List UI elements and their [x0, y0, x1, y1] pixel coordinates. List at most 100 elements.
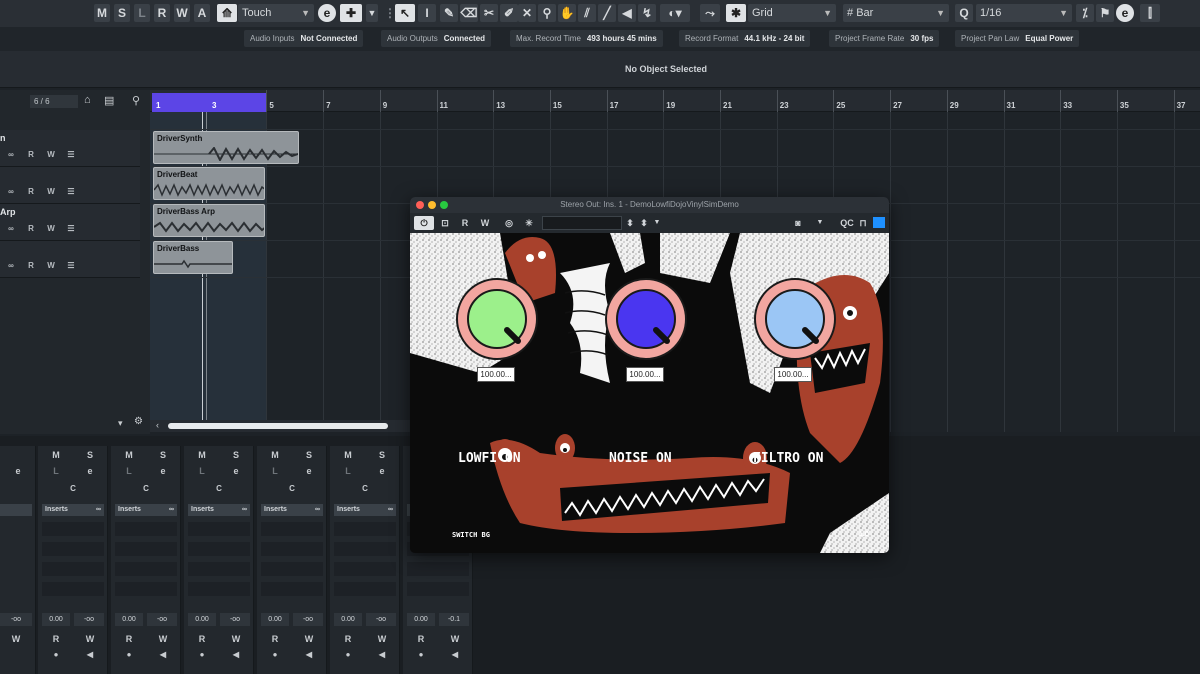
automation-icon[interactable]: ⟰ — [217, 4, 237, 22]
volume-value[interactable]: 0.00 — [42, 613, 70, 626]
split-tool-icon[interactable]: ✂ — [480, 4, 498, 22]
read-button[interactable]: R — [24, 223, 38, 234]
speaker-tool-icon[interactable]: ◀ — [618, 4, 636, 22]
read-button[interactable]: R — [413, 634, 429, 644]
status-frame-rate[interactable]: Project Frame Rate 30 fps — [829, 30, 940, 47]
insert-slot[interactable] — [188, 562, 250, 576]
read-button[interactable]: R — [340, 634, 356, 644]
read-button[interactable]: R — [24, 186, 38, 197]
quantize-select[interactable]: 1/16 ▼ — [976, 4, 1072, 22]
align-icon[interactable]: ⫿ — [1140, 4, 1160, 22]
snap-type-select[interactable]: Grid ▼ — [748, 4, 836, 22]
edit-channel-icon[interactable]: ☰ — [64, 223, 78, 234]
filtro-toggle[interactable]: FILTRO ON — [753, 451, 823, 466]
link-icon[interactable]: ∞ — [388, 504, 393, 516]
link-icon[interactable]: ∞ — [4, 186, 18, 197]
write-button[interactable]: W — [478, 216, 492, 230]
camera-icon[interactable]: ◙ — [790, 216, 806, 230]
write-button[interactable]: W — [44, 149, 58, 160]
search-icon[interactable]: ⚲ — [132, 94, 140, 107]
insert-slot[interactable] — [42, 582, 104, 596]
insert-slot[interactable] — [261, 542, 323, 556]
link-icon[interactable]: ∞ — [4, 260, 18, 271]
insert-slot[interactable] — [334, 582, 396, 596]
monitor-icon[interactable]: ◀ — [301, 650, 317, 659]
hand-tool-icon[interactable]: ✋ — [558, 4, 576, 22]
record-icon[interactable]: ● — [48, 650, 64, 659]
record-icon[interactable]: ● — [194, 650, 210, 659]
bypass-icon[interactable]: ⊡ — [438, 216, 452, 230]
insert-slot[interactable] — [115, 562, 177, 576]
write-button[interactable]: W — [301, 634, 317, 644]
chevron-down-icon[interactable]: ▼ — [366, 4, 378, 22]
volume-value[interactable]: 0.00 — [261, 613, 289, 626]
edit-icon[interactable]: e — [318, 4, 336, 22]
edit-channel-icon[interactable]: ☰ — [64, 149, 78, 160]
pan-value[interactable]: -oo — [366, 613, 396, 626]
status-max-record-time[interactable]: Max. Record Time 493 hours 45 mins — [510, 30, 663, 47]
status-audio-inputs[interactable]: Audio Inputs Not Connected — [244, 30, 364, 47]
noise-value-field[interactable]: 100.00... — [626, 367, 664, 382]
link-icon[interactable]: ∞ — [4, 223, 18, 234]
listen-button[interactable]: L — [194, 466, 210, 476]
insert-slot[interactable] — [334, 562, 396, 576]
solo-button[interactable]: S — [374, 450, 390, 460]
listen-button[interactable]: L — [267, 466, 283, 476]
home-icon[interactable]: ⌂ — [84, 94, 91, 106]
link-icon[interactable]: ∞ — [315, 504, 320, 516]
audio-event[interactable]: DriverBass — [153, 241, 233, 274]
comp-tool-icon[interactable]: ↯ — [638, 4, 656, 22]
listen-button[interactable]: L — [121, 466, 137, 476]
status-record-format[interactable]: Record Format 44.1 kHz - 24 bit — [679, 30, 811, 47]
mute-tool-icon[interactable]: ✕ — [518, 4, 536, 22]
pan-value[interactable]: -oo — [74, 613, 104, 626]
automation-mode-button[interactable]: A — [194, 4, 210, 22]
zoom-tool-icon[interactable]: ⚲ — [538, 4, 556, 22]
write-button[interactable]: W — [44, 260, 58, 271]
edit-icon[interactable]: e — [228, 466, 244, 476]
write-button[interactable]: W — [447, 634, 463, 644]
insert-slot[interactable] — [115, 522, 177, 536]
automation-mode-select[interactable]: Touch ▼ — [238, 4, 314, 22]
solo-button[interactable]: S — [301, 450, 317, 460]
noise-knob[interactable] — [606, 279, 686, 359]
inserts-slot[interactable]: Inserts ∞ — [42, 504, 104, 516]
mute-button[interactable]: M — [267, 450, 283, 460]
listen-button[interactable]: L — [340, 466, 356, 476]
lock-icon[interactable]: ⊓ — [858, 216, 868, 230]
status-audio-outputs[interactable]: Audio Outputs Connected — [381, 30, 492, 47]
insert-slot[interactable] — [42, 542, 104, 556]
draw-tool-icon[interactable]: ✎ — [440, 4, 458, 22]
erase-tool-icon[interactable]: ⌫ — [460, 4, 478, 22]
quantize-button[interactable]: Q — [955, 4, 973, 22]
color-tool-icon[interactable]: ◐▾ — [660, 4, 690, 22]
monitor-icon[interactable]: ◀ — [155, 650, 171, 659]
read-button[interactable]: R — [458, 216, 472, 230]
write-button[interactable]: W — [228, 634, 244, 644]
switch-bg-button[interactable]: SWITCH BG — [452, 531, 490, 539]
record-icon[interactable]: ● — [121, 650, 137, 659]
inserts-slot[interactable]: Inserts ∞ — [334, 504, 396, 516]
mute-mode-button[interactable]: M — [94, 4, 110, 22]
insert-slot[interactable] — [115, 542, 177, 556]
solo-button[interactable]: S — [155, 450, 171, 460]
volume-value[interactable]: 0.00 — [115, 613, 143, 626]
read-button[interactable]: R — [121, 634, 137, 644]
object-selection-tool-icon[interactable]: ↖ — [395, 4, 415, 22]
pan-value[interactable]: -0.1 — [439, 613, 469, 626]
preset-load-icon[interactable]: ⬍ — [638, 216, 650, 230]
mute-button[interactable]: M — [194, 450, 210, 460]
lowfi-toggle[interactable]: LOWFI ON — [458, 451, 521, 466]
audio-event[interactable]: DriverSynth — [153, 131, 299, 164]
scrollbar-thumb[interactable] — [168, 423, 388, 429]
edit-icon[interactable]: e — [374, 466, 390, 476]
track-header[interactable]: ∞ R W ☰ — [0, 167, 140, 204]
edit-icon[interactable]: e — [301, 466, 317, 476]
link-icon[interactable]: ∞ — [96, 504, 101, 516]
insert-slot[interactable] — [334, 542, 396, 556]
track-header[interactable]: ∞ R W ☰ — [0, 241, 140, 278]
pan-value[interactable]: -oo — [220, 613, 250, 626]
quick-controls-button[interactable]: QC — [838, 216, 856, 230]
read-button[interactable]: R — [48, 634, 64, 644]
edit-icon[interactable]: e — [82, 466, 98, 476]
